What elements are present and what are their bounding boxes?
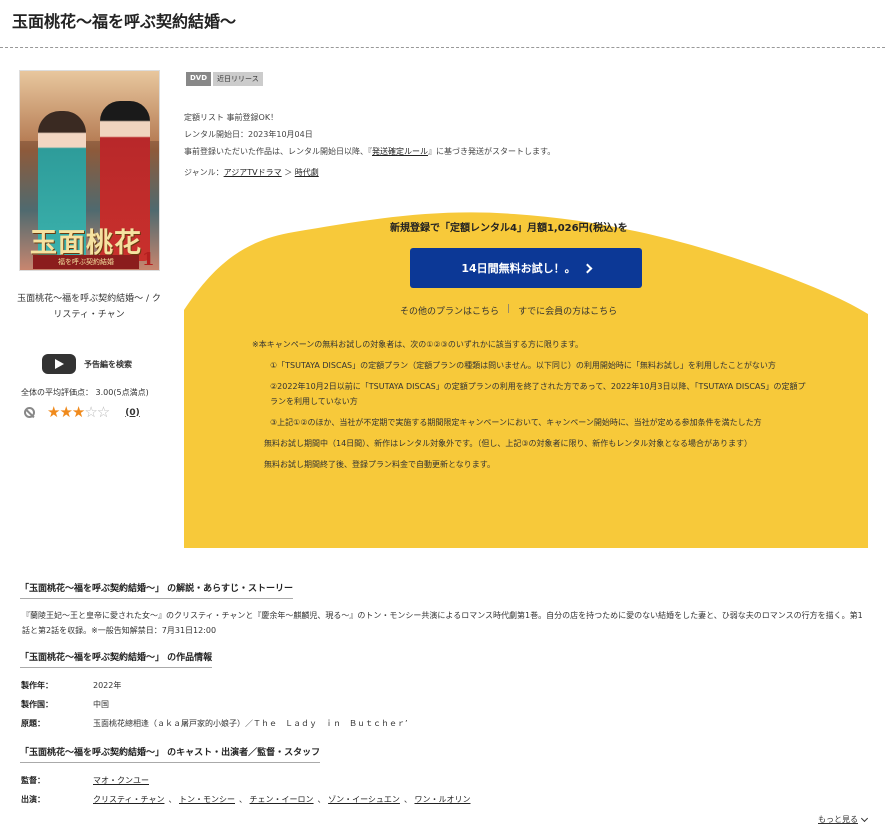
- plan-links: その他のプランはこちら | すでに会員の方はこちら: [400, 304, 617, 317]
- terms-note-1: 無料お試し期間中（14日間）、新作はレンタル対象外です。（但し、上記③の対象者に…: [264, 439, 752, 448]
- cast-separator: 、: [168, 795, 177, 804]
- shipping-rule-link[interactable]: 発送確定ルール: [372, 147, 428, 156]
- director-row: 監督： マオ・クンユー: [21, 775, 153, 786]
- country-label: 製作国：: [21, 700, 53, 709]
- work-info-year: 製作年： 2022年: [21, 680, 121, 691]
- format-tags: DVD 近日リリース: [186, 72, 263, 86]
- cast-heading: 「玉面桃花〜福を呼ぶ契約結婚〜」 のキャスト・出演者／監督・スタッフ: [20, 745, 321, 763]
- director-label: 監督：: [21, 776, 45, 785]
- release-status-badge: 近日リリース: [213, 72, 263, 86]
- cast-link[interactable]: クリスティ・チャン: [93, 795, 164, 804]
- cast-row: 出演： クリスティ・チャン、 トン・モンシー、 チェン・イーロン、 ゾン・イーシ…: [21, 794, 474, 805]
- show-more-label: もっと見る: [818, 815, 858, 824]
- genre-link-asia-tv[interactable]: アジアTVドラマ: [224, 168, 282, 177]
- terms-intro: ※本キャンペーンの無料お試しの対象者は、次の①②③のいずれかに該当する方に限りま…: [252, 340, 584, 349]
- work-info-country: 製作国： 中国: [21, 699, 109, 710]
- shipping-rule-prefix: 事前登録いただいた作品は、レンタル開始日以降、『: [184, 147, 372, 156]
- year-value: 2022年: [93, 681, 122, 690]
- country-value: 中国: [93, 700, 109, 709]
- genre-link-period-drama[interactable]: 時代劇: [295, 168, 319, 177]
- cover-image[interactable]: 玉面桃花 福を呼ぶ契約結婚 1: [19, 70, 160, 271]
- cast-link[interactable]: トン・モンシー: [179, 795, 235, 804]
- review-count-link[interactable]: (0): [125, 408, 140, 418]
- shipping-rule-text: 事前登録いただいた作品は、レンタル開始日以降、『発送確定ルール』に基づき発送がス…: [184, 146, 555, 157]
- synopsis-heading: 「玉面桃花〜福を呼ぶ契約結婚〜」 の解説・あらすじ・ストーリー: [20, 581, 293, 599]
- cover-volume: 1: [142, 249, 155, 270]
- terms-item-3: ③上記①②のほか、当社が不定期で実施する期間限定キャンペーンにおいて、キャンペー…: [270, 418, 762, 427]
- work-info-heading: 「玉面桃花〜福を呼ぶ契約結婚〜」 の作品情報: [20, 650, 213, 668]
- star-rating[interactable]: ★★★☆☆: [47, 403, 110, 421]
- year-label: 製作年：: [21, 681, 53, 690]
- cast-label: 出演：: [21, 795, 45, 804]
- cover-logo-subtitle: 福を呼ぶ契約結婚: [33, 255, 139, 269]
- cover-caption: 玉面桃花〜福を呼ぶ契約結婚〜 / クリスティ・チャン: [17, 294, 161, 320]
- chevron-right-icon: [582, 263, 593, 273]
- genre-label: ジャンル：: [184, 168, 224, 177]
- title-divider: [0, 47, 885, 48]
- trailer-label[interactable]: 予告編を検索: [84, 359, 132, 370]
- work-info-original-title: 原題： 玉面桃花總相逢（ａｋａ屠戸家的小娘子）／Ｔｈｅ Ｌａｄｙ ｉｎ Ｂｕｔｃｈ…: [21, 718, 408, 729]
- cast-separator: 、: [403, 795, 412, 804]
- cast-separator: 、: [317, 795, 326, 804]
- chevron-down-icon: [860, 814, 869, 822]
- terms-item-2: ②2022年10月2日以前に「TSUTAYA DISCAS」の定額プランの利用を…: [270, 382, 806, 406]
- director-link[interactable]: マオ・クンユー: [93, 776, 149, 785]
- rating-row: ★★★☆☆ (0): [24, 405, 140, 420]
- synopsis-text: 『蘭陵王妃〜王と皇帝に愛された女〜』のクリスティ・チャンと『慶余年〜麒麟児、現る…: [22, 611, 863, 635]
- other-plans-link[interactable]: その他のプランはこちら: [400, 304, 499, 317]
- stars-filled: ★★★: [47, 403, 85, 421]
- stars-empty: ☆☆: [84, 403, 110, 421]
- cast-link[interactable]: ゾン・イーシュエン: [328, 795, 400, 804]
- prohibited-icon[interactable]: [24, 407, 35, 418]
- free-trial-label: 14日間無料お試し！。: [461, 262, 576, 275]
- original-title-label: 原題：: [21, 719, 45, 728]
- campaign-terms: ※本キャンペーンの無料お試しの対象者は、次の①②③のいずれかに該当する方に限りま…: [252, 337, 812, 478]
- terms-note-2: 無料お試し期間終了後、登録プラン料金で自動更新となります。: [264, 460, 495, 469]
- list-preorder-text: 定額リスト 事前登録OK！: [184, 113, 279, 122]
- play-icon[interactable]: [42, 354, 76, 374]
- member-login-link[interactable]: すでに会員の方はこちら: [518, 304, 617, 317]
- original-title-value: 玉面桃花總相逢（ａｋａ屠戸家的小娘子）／Ｔｈｅ Ｌａｄｙ ｉｎ Ｂｕｔｃｈｅｒ’: [93, 719, 408, 728]
- show-more-link[interactable]: もっと見る: [818, 814, 869, 825]
- cast-link[interactable]: チェン・イーロン: [250, 795, 314, 804]
- page-title: 玉面桃花〜福を呼ぶ契約結婚〜: [12, 12, 237, 31]
- plan-link-separator: |: [507, 304, 511, 314]
- cast-separator: 、: [239, 795, 247, 804]
- trailer-search[interactable]: 予告編を検索: [42, 354, 132, 374]
- shipping-rule-suffix: 』に基づき発送がスタートします。: [428, 147, 556, 156]
- terms-item-1: ①「TSUTAYA DISCAS」の定額プラン（定額プランの種類は問いません。以…: [270, 361, 776, 370]
- genre-separator: ＞: [284, 168, 293, 177]
- rental-start-date: レンタル開始日：2023年10月04日: [184, 130, 313, 139]
- promo-headline: 新規登録で「定額レンタル4」月額1,026円(税込)を: [390, 223, 628, 234]
- average-rating-label: 全体の平均評価点： 3.00(5点満点): [21, 388, 149, 397]
- cast-link[interactable]: ワン・ルオリン: [414, 795, 470, 804]
- genre-breadcrumb: ジャンル：アジアTVドラマ ＞ 時代劇: [184, 167, 319, 178]
- free-trial-button[interactable]: 14日間無料お試し！。: [410, 248, 642, 288]
- dvd-badge: DVD: [186, 72, 212, 86]
